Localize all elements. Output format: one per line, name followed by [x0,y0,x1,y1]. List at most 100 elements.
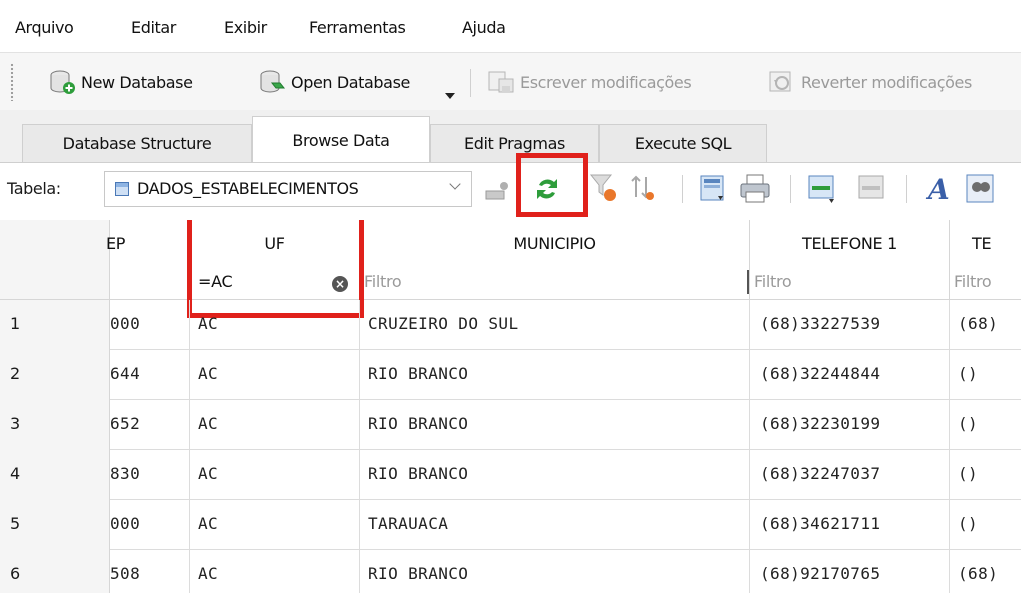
cell-uf[interactable]: AC [190,350,360,400]
clear-filter-icon[interactable]: × [332,276,348,292]
save-table-icon[interactable] [698,172,730,206]
write-changes-label: Escrever modificações [520,72,692,92]
menu-arquivo[interactable]: Arquivo [15,18,74,37]
tab-edit-pragmas[interactable]: Edit Pragmas [430,124,599,162]
table-row[interactable]: 4 830 AC RIO BRANCO (68)32247037 () [0,450,1021,500]
row-number[interactable]: 4 [0,450,110,500]
row-number[interactable]: 3 [0,400,110,450]
goto-record-icon[interactable] [482,177,512,205]
column-header-telefone-1[interactable]: TELEFONE 1 [750,220,950,266]
column-header-cep[interactable]: EP [106,220,190,266]
row-number[interactable]: 2 [0,350,110,400]
insert-record-icon[interactable] [806,172,840,206]
cell-cep[interactable]: 000 [110,300,190,350]
cell-uf[interactable]: AC [190,450,360,500]
cell-telefone-2[interactable]: (68) [950,550,1021,593]
new-database-button[interactable]: New Database [48,67,193,97]
table-select[interactable]: DADOS_ESTABELECIMENTOS [104,171,472,207]
column-resize-handle[interactable] [747,270,749,294]
column-header-label: EP [106,233,126,253]
cell-municipio[interactable]: TARAUACA [360,500,750,550]
cell-telefone-1[interactable]: (68)33227539 [750,300,950,350]
new-database-label: New Database [81,72,193,92]
chevron-down-icon [449,178,461,190]
revert-changes-label: Reverter modificações [801,72,972,92]
filter-input-telefone-2[interactable]: Filtro [950,266,1021,300]
menu-exibir[interactable]: Exibir [224,18,267,37]
open-database-icon [260,70,286,93]
cell-uf[interactable]: AC [190,300,360,350]
cell-telefone-1[interactable]: (68)32230199 [750,400,950,450]
cell-telefone-2[interactable]: () [950,500,1021,550]
cell-cep[interactable]: 830 [110,450,190,500]
table-row[interactable]: 5 000 AC TARAUACA (68)34621711 () [0,500,1021,550]
toolbar-separator [470,69,471,97]
print-icon[interactable] [738,172,772,206]
toolbar-grip[interactable] [10,63,14,101]
text-format-icon[interactable]: A [922,171,952,207]
revert-changes-button[interactable]: Reverter modificações [768,67,972,97]
revert-changes-icon [769,71,791,92]
cell-cep[interactable]: 652 [110,400,190,450]
menu-ajuda[interactable]: Ajuda [462,18,506,37]
main-toolbar: New Database Open Database Escrever modi… [0,52,1021,111]
sort-icon[interactable] [628,173,658,203]
toolbar-separator [906,175,907,203]
open-database-button[interactable]: Open Database [258,67,410,97]
cell-municipio[interactable]: RIO BRANCO [360,450,750,500]
cell-municipio[interactable]: RIO BRANCO [360,350,750,400]
menu-editar[interactable]: Editar [131,18,176,37]
filter-input-cep[interactable] [110,266,190,300]
cell-uf[interactable]: AC [190,550,360,593]
browse-toolbar: Tabela: DADOS_ESTABELECIMENTOS A [0,153,1021,221]
cell-uf[interactable]: AC [190,500,360,550]
table-row[interactable]: 2 644 AC RIO BRANCO (68)32244844 () [0,350,1021,400]
cell-cep[interactable]: 000 [110,500,190,550]
tab-browse-data[interactable]: Browse Data [252,116,430,163]
cell-cep[interactable]: 644 [110,350,190,400]
column-header-municipio[interactable]: MUNICIPIO [360,220,750,266]
row-number[interactable]: 6 [0,550,110,593]
write-changes-icon [488,71,514,93]
cell-uf[interactable]: AC [190,400,360,450]
grid-corner [0,220,110,300]
refresh-icon[interactable] [531,173,563,205]
tab-execute-sql[interactable]: Execute SQL [599,124,767,162]
filter-input-municipio[interactable]: Filtro [360,266,750,300]
cell-telefone-1[interactable]: (68)32247037 [750,450,950,500]
data-grid: EP UF MUNICIPIO TELEFONE 1 TE =AC × Filt… [0,220,1021,593]
cell-cep[interactable]: 508 [110,550,190,593]
table-row[interactable]: 6 508 AC RIO BRANCO (68)92170765 (68) [0,550,1021,593]
svg-text:A: A [925,173,950,206]
table-row[interactable]: 1 000 AC CRUZEIRO DO SUL (68)33227539 (6… [0,300,1021,350]
cell-telefone-1[interactable]: (68)92170765 [750,550,950,593]
filter-input-telefone-1[interactable]: Filtro [750,266,950,300]
cell-telefone-2[interactable]: (68) [950,300,1021,350]
column-header-telefone-2[interactable]: TE [950,220,1021,266]
column-header-uf[interactable]: UF [190,220,360,266]
cell-municipio[interactable]: RIO BRANCO [360,400,750,450]
menu-ferramentas[interactable]: Ferramentas [309,18,406,37]
tab-database-structure[interactable]: Database Structure [22,124,252,162]
cell-telefone-2[interactable]: () [950,350,1021,400]
clear-filters-icon[interactable] [588,171,620,205]
cell-municipio[interactable]: CRUZEIRO DO SUL [360,300,750,350]
table-icon [115,182,129,196]
toolbar-separator [790,175,791,203]
row-number[interactable]: 5 [0,500,110,550]
find-icon[interactable] [964,172,998,206]
table-label: Tabela: [7,179,61,198]
table-name: DADOS_ESTABELECIMENTOS [137,179,359,198]
open-database-dropdown-arrow[interactable] [445,93,455,99]
cell-telefone-1[interactable]: (68)34621711 [750,500,950,550]
write-changes-button[interactable]: Escrever modificações [487,67,692,97]
cell-telefone-2[interactable]: () [950,450,1021,500]
cell-telefone-2[interactable]: () [950,400,1021,450]
table-row[interactable]: 3 652 AC RIO BRANCO (68)32230199 () [0,400,1021,450]
row-number[interactable]: 1 [0,300,110,350]
toolbar-separator [682,175,683,203]
cell-telefone-1[interactable]: (68)32244844 [750,350,950,400]
tab-bar: Database Structure Browse Data Edit Prag… [0,110,1021,163]
cell-municipio[interactable]: RIO BRANCO [360,550,750,593]
delete-record-icon[interactable] [856,172,890,206]
